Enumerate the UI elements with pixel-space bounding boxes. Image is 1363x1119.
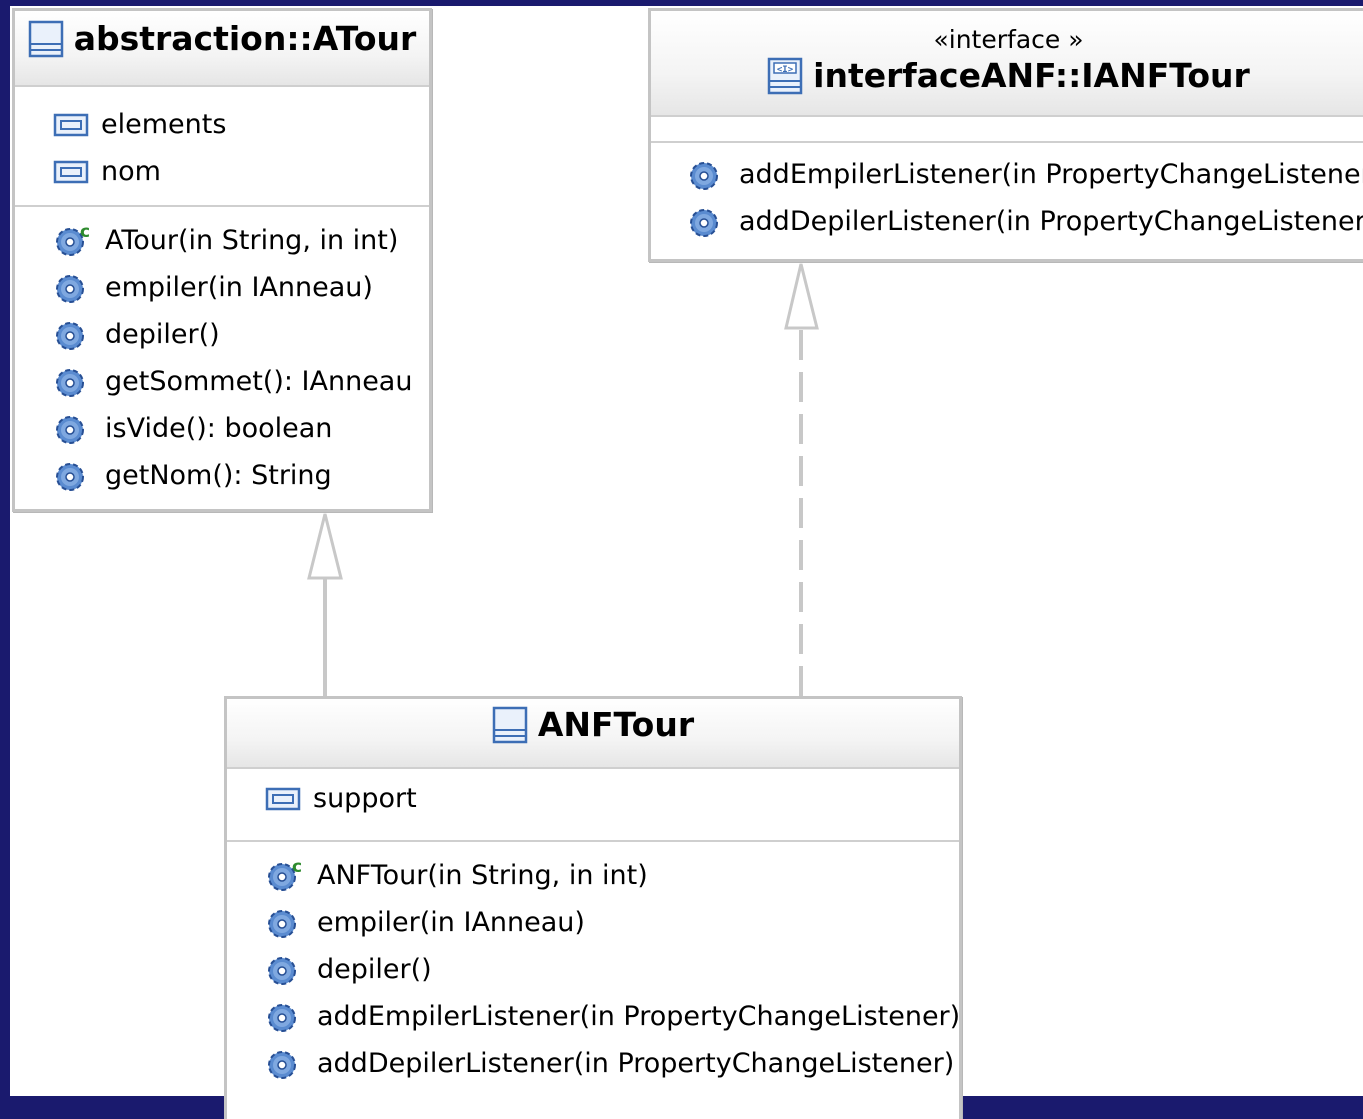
field-icon bbox=[53, 113, 89, 136]
class-anftour[interactable]: ANFTour support c ANFTour(in String, in … bbox=[224, 696, 962, 1119]
operation-label: addEmpilerListener(in PropertyChangeList… bbox=[317, 1001, 961, 1032]
method-gear-icon bbox=[268, 909, 296, 938]
realization-arrow bbox=[784, 263, 819, 698]
operation-label: ATour(in String, in int) bbox=[105, 225, 399, 256]
operation-label: depiler() bbox=[105, 319, 220, 350]
attribute-label: support bbox=[313, 783, 417, 814]
interface-ianftour[interactable]: «interface » <I> interfaceANF::IANFTour … bbox=[648, 8, 1363, 262]
method-gear-icon bbox=[56, 462, 84, 491]
operation-row[interactable]: c ANFTour(in String, in int) bbox=[265, 852, 959, 899]
operation-label: isVide(): boolean bbox=[105, 413, 333, 444]
attribute-compartment: support bbox=[227, 769, 959, 842]
operation-row[interactable]: depiler() bbox=[53, 311, 429, 358]
operation-row[interactable]: depiler() bbox=[265, 946, 959, 993]
field-icon bbox=[53, 160, 89, 183]
method-gear-icon bbox=[56, 415, 84, 444]
operation-label: addEmpilerListener(in PropertyChangeList… bbox=[739, 159, 1363, 190]
class-header: abstraction::ATour bbox=[15, 11, 429, 87]
class-icon bbox=[28, 20, 63, 57]
attribute-compartment: elements nom bbox=[15, 87, 429, 207]
operation-label: empiler(in IAnneau) bbox=[105, 272, 373, 303]
method-gear-icon bbox=[690, 161, 718, 190]
operation-label: getSommet(): IAnneau bbox=[105, 366, 413, 397]
class-atour[interactable]: abstraction::ATour elements nom c ATour(… bbox=[12, 8, 432, 512]
operation-row[interactable]: isVide(): boolean bbox=[53, 405, 429, 452]
method-gear-icon bbox=[690, 208, 718, 237]
operation-label: ANFTour(in String, in int) bbox=[317, 860, 648, 891]
svg-text:<I>: <I> bbox=[777, 65, 794, 75]
operation-label: getNom(): String bbox=[105, 460, 332, 491]
method-gear-icon bbox=[268, 1003, 296, 1032]
attribute-row[interactable]: elements bbox=[53, 101, 429, 148]
operation-row[interactable]: empiler(in IAnneau) bbox=[53, 264, 429, 311]
operation-label: empiler(in IAnneau) bbox=[317, 907, 585, 938]
svg-text:c: c bbox=[80, 223, 90, 242]
stereotype-label: «interface » bbox=[933, 25, 1084, 54]
operation-row[interactable]: addEmpilerListener(in PropertyChangeList… bbox=[687, 151, 1363, 198]
operation-compartment: c ANFTour(in String, in int) empiler(in … bbox=[227, 842, 961, 1087]
constructor-gear-icon: c bbox=[268, 858, 302, 891]
operation-row[interactable]: c ATour(in String, in int) bbox=[53, 217, 429, 264]
operation-row[interactable]: addDepilerListener(in PropertyChangeList… bbox=[687, 198, 1363, 245]
operation-label: depiler() bbox=[317, 954, 432, 985]
operation-row[interactable]: getSommet(): IAnneau bbox=[53, 358, 429, 405]
operation-label: addDepilerListener(in PropertyChangeList… bbox=[317, 1048, 955, 1079]
method-gear-icon bbox=[56, 274, 84, 303]
method-gear-icon bbox=[56, 321, 84, 350]
operation-row[interactable]: getNom(): String bbox=[53, 452, 429, 499]
operation-compartment: addEmpilerListener(in PropertyChangeList… bbox=[651, 143, 1363, 245]
attribute-row[interactable]: support bbox=[265, 775, 959, 822]
class-name: ANFTour bbox=[537, 705, 695, 744]
svg-text:c: c bbox=[292, 858, 302, 877]
operation-row[interactable]: empiler(in IAnneau) bbox=[265, 899, 959, 946]
field-icon bbox=[265, 787, 301, 810]
method-gear-icon bbox=[268, 1050, 296, 1079]
interface-name: interfaceANF::IANFTour bbox=[813, 56, 1250, 95]
operation-compartment: c ATour(in String, in int) empiler(in IA… bbox=[15, 207, 429, 499]
generalization-arrow bbox=[307, 513, 343, 698]
class-name: abstraction::ATour bbox=[73, 19, 417, 58]
attribute-label: elements bbox=[101, 109, 227, 140]
method-gear-icon bbox=[56, 368, 84, 397]
method-gear-icon bbox=[268, 956, 296, 985]
interface-icon: <I> bbox=[767, 57, 803, 94]
attribute-label: nom bbox=[101, 156, 161, 187]
attribute-row[interactable]: nom bbox=[53, 148, 429, 195]
attribute-compartment bbox=[651, 117, 1363, 143]
operation-row[interactable]: addEmpilerListener(in PropertyChangeList… bbox=[265, 993, 961, 1040]
class-header: ANFTour bbox=[227, 699, 959, 769]
operation-row[interactable]: addDepilerListener(in PropertyChangeList… bbox=[265, 1040, 959, 1087]
class-icon bbox=[492, 706, 528, 743]
operation-label: addDepilerListener(in PropertyChangeList… bbox=[739, 206, 1363, 237]
interface-header: «interface » <I> interfaceANF::IANFTour bbox=[651, 11, 1363, 117]
constructor-gear-icon: c bbox=[56, 223, 90, 256]
